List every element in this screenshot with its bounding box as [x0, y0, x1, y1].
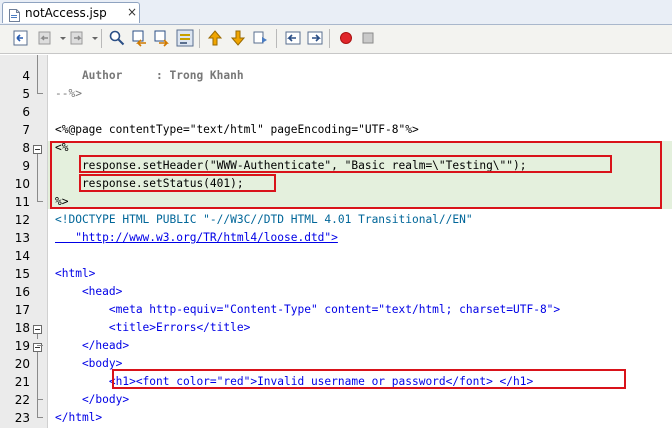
line-number: 6	[22, 105, 30, 119]
line-number: 22	[14, 393, 30, 407]
code-line: <%@page contentType="text/html" pageEnco…	[55, 123, 419, 136]
code-line: --%>	[55, 87, 82, 100]
line-number: 20	[14, 357, 30, 371]
editor-tab[interactable]: notAccess.jsp ×	[2, 2, 140, 23]
code-line: "http://www.w3.org/TR/html4/loose.dtd">	[55, 231, 338, 244]
stop-macro-recording-icon[interactable]	[359, 29, 377, 47]
toggle-bookmark-icon[interactable]	[252, 29, 270, 47]
line-number: 23	[14, 411, 30, 425]
code-line: <title>Errors</title>	[55, 321, 251, 334]
forward-icon[interactable]	[68, 29, 86, 47]
back-icon[interactable]	[36, 29, 54, 47]
close-icon[interactable]: ×	[127, 5, 137, 19]
jsp-file-icon	[9, 7, 20, 22]
tab-title: notAccess.jsp	[25, 6, 107, 20]
code-line: <meta http-equiv="Content-Type" content=…	[55, 303, 561, 316]
toolbar-separator	[276, 29, 277, 48]
set-header-annotation-box	[79, 155, 612, 173]
find-selection-icon[interactable]	[108, 29, 126, 47]
fold-end	[37, 345, 43, 346]
code-line: </head>	[55, 339, 130, 352]
fold-guide	[37, 55, 38, 93]
line-number-gutter: 4 5 6 7 8 9 10 11 12 13 14 15 16 17 18 1…	[0, 55, 48, 428]
line-number: 11	[14, 195, 30, 209]
line-number: 10	[14, 177, 30, 191]
line-number: 8	[22, 141, 30, 155]
line-number: 14	[14, 249, 30, 263]
fold-end	[37, 93, 43, 94]
toolbar-separator	[329, 29, 330, 48]
fold-end	[37, 417, 43, 418]
line-number: 5	[22, 87, 30, 101]
toggle-highlight-icon[interactable]	[176, 29, 194, 47]
line-number: 7	[22, 123, 30, 137]
editor-toolbar	[0, 25, 672, 54]
fold-guide	[37, 334, 38, 339]
h1-annotation-box	[112, 369, 626, 389]
fold-toggle-icon[interactable]	[33, 325, 42, 334]
toolbar-separator	[199, 29, 200, 48]
line-number: 19	[14, 339, 30, 353]
code-line: <html>	[55, 267, 96, 280]
chevron-down-icon[interactable]	[86, 29, 98, 47]
fold-guide	[37, 352, 38, 417]
code-editor[interactable]: 4 5 6 7 8 9 10 11 12 13 14 15 16 17 18 1…	[0, 55, 672, 428]
line-number: 21	[14, 375, 30, 389]
code-line: <!DOCTYPE HTML PUBLIC "-//W3C//DTD HTML …	[55, 213, 473, 226]
code-line: </html>	[55, 411, 103, 424]
next-bookmark-icon[interactable]	[229, 29, 247, 47]
start-macro-recording-icon[interactable]	[337, 29, 355, 47]
code-line: <head>	[55, 285, 123, 298]
set-status-annotation-box	[79, 174, 276, 192]
code-line: </body>	[55, 393, 130, 406]
fold-toggle-icon[interactable]	[33, 145, 42, 154]
line-number: 16	[14, 285, 30, 299]
previous-bookmark-icon[interactable]	[206, 29, 224, 47]
line-number: 15	[14, 267, 30, 281]
find-previous-icon[interactable]	[131, 29, 149, 47]
chevron-down-icon[interactable]	[54, 29, 66, 47]
line-number: 12	[14, 213, 30, 227]
code-line: Author : Trong Khanh	[55, 69, 244, 82]
find-next-icon[interactable]	[153, 29, 171, 47]
fold-guide	[37, 154, 38, 201]
back-to-last-edit-icon[interactable]	[12, 29, 30, 47]
line-number: 4	[22, 69, 30, 83]
line-number: 17	[14, 303, 30, 317]
shift-left-icon[interactable]	[284, 29, 302, 47]
shift-right-icon[interactable]	[306, 29, 324, 47]
line-number: 18	[14, 321, 30, 335]
fold-end	[37, 201, 43, 202]
line-number: 9	[22, 159, 30, 173]
tab-bar: notAccess.jsp ×	[0, 0, 672, 25]
toolbar-separator	[101, 29, 102, 48]
fold-end	[37, 399, 43, 400]
line-number: 13	[14, 231, 30, 245]
